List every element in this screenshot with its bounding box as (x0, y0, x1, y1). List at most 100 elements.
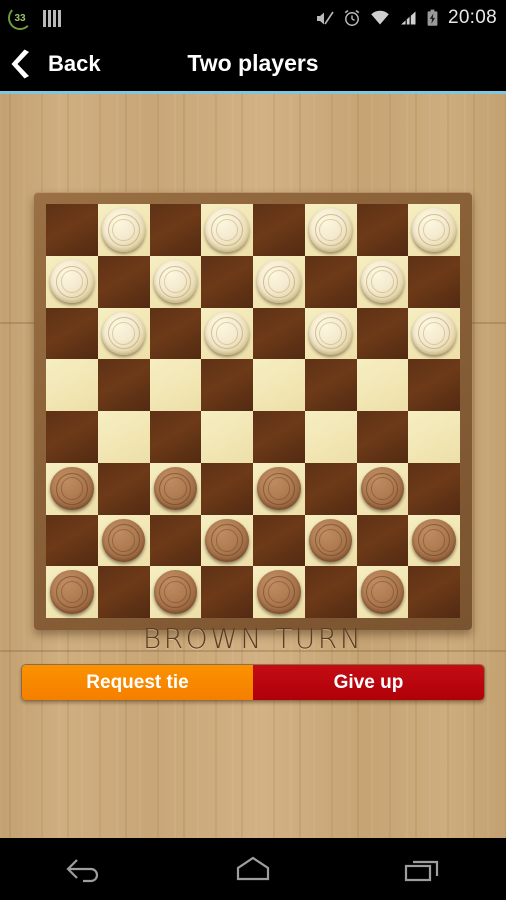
give-up-button[interactable]: Give up (253, 665, 484, 700)
white-piece[interactable] (412, 311, 456, 356)
board-square[interactable] (253, 566, 305, 618)
board-square[interactable] (304, 359, 357, 411)
white-piece[interactable] (101, 311, 146, 356)
request-tie-button[interactable]: Request tie (22, 665, 253, 700)
board-square[interactable] (356, 307, 409, 360)
board-square[interactable] (149, 514, 202, 567)
checkers-board[interactable] (46, 204, 460, 618)
board-square[interactable] (201, 514, 253, 567)
board-square[interactable] (97, 411, 150, 463)
board-square[interactable] (97, 204, 150, 256)
white-piece[interactable] (412, 208, 456, 252)
brown-piece[interactable] (153, 466, 198, 511)
board-square[interactable] (46, 255, 98, 308)
white-piece[interactable] (50, 259, 94, 304)
nav-back-button[interactable] (36, 846, 132, 892)
board-square[interactable] (201, 255, 253, 308)
board-square[interactable] (356, 566, 409, 618)
board-square[interactable] (149, 566, 202, 618)
brown-piece[interactable] (360, 466, 405, 511)
board-square[interactable] (201, 204, 253, 256)
board-square[interactable] (149, 462, 202, 515)
board-square[interactable] (253, 462, 305, 515)
white-piece[interactable] (308, 311, 353, 356)
board-square[interactable] (46, 204, 98, 256)
board-square[interactable] (253, 255, 305, 308)
board-square[interactable] (46, 566, 98, 618)
board-square[interactable] (201, 359, 253, 411)
brown-piece[interactable] (360, 570, 405, 614)
board-square[interactable] (46, 307, 98, 360)
board-square[interactable] (304, 566, 357, 618)
board-square[interactable] (408, 359, 460, 411)
board-square[interactable] (253, 514, 305, 567)
board-square[interactable] (304, 255, 357, 308)
board-square[interactable] (356, 204, 409, 256)
board-square[interactable] (408, 255, 460, 308)
board-square[interactable] (149, 307, 202, 360)
board-square[interactable] (97, 566, 150, 618)
white-piece[interactable] (101, 208, 146, 252)
board-square[interactable] (97, 514, 150, 567)
board-square[interactable] (149, 359, 202, 411)
board-square[interactable] (304, 307, 357, 360)
piece-ring (422, 322, 446, 345)
board-square[interactable] (253, 359, 305, 411)
board-square[interactable] (304, 204, 357, 256)
board-square[interactable] (356, 359, 409, 411)
board-square[interactable] (408, 566, 460, 618)
board-square[interactable] (408, 204, 460, 256)
nav-home-button[interactable] (205, 846, 301, 892)
board-square[interactable] (408, 411, 460, 463)
back-button[interactable]: Back (0, 49, 101, 79)
nav-recents-button[interactable] (374, 846, 470, 892)
status-bar: 33 20:08 (0, 0, 506, 36)
white-piece[interactable] (205, 311, 249, 356)
board-square[interactable] (408, 514, 460, 567)
piece-ring (422, 529, 446, 552)
board-square[interactable] (46, 411, 98, 463)
board-square[interactable] (304, 462, 357, 515)
board-square[interactable] (408, 462, 460, 515)
brown-piece[interactable] (153, 570, 198, 614)
brown-piece[interactable] (50, 466, 94, 511)
brown-piece[interactable] (101, 518, 146, 563)
board-square[interactable] (253, 411, 305, 463)
piece-ring (371, 270, 394, 293)
board-square[interactable] (97, 255, 150, 308)
white-piece[interactable] (205, 208, 249, 252)
board-square[interactable] (253, 204, 305, 256)
white-piece[interactable] (360, 259, 405, 304)
board-square[interactable] (46, 514, 98, 567)
board-square[interactable] (201, 411, 253, 463)
board-square[interactable] (201, 566, 253, 618)
board-square[interactable] (201, 462, 253, 515)
board-square[interactable] (408, 307, 460, 360)
board-square[interactable] (304, 514, 357, 567)
board-square[interactable] (46, 462, 98, 515)
board-square[interactable] (97, 307, 150, 360)
board-square[interactable] (356, 462, 409, 515)
board-square[interactable] (356, 514, 409, 567)
white-piece[interactable] (153, 259, 198, 304)
board-square[interactable] (149, 255, 202, 308)
board-square[interactable] (149, 204, 202, 256)
board-square[interactable] (97, 359, 150, 411)
board-square[interactable] (46, 359, 98, 411)
brown-piece[interactable] (308, 518, 353, 563)
brown-piece[interactable] (257, 466, 301, 511)
board-square[interactable] (356, 255, 409, 308)
board-square[interactable] (149, 411, 202, 463)
white-piece[interactable] (257, 259, 301, 304)
brown-piece[interactable] (205, 518, 249, 563)
board-square[interactable] (253, 307, 305, 360)
white-piece[interactable] (308, 208, 353, 252)
board-square[interactable] (201, 307, 253, 360)
brown-piece[interactable] (50, 570, 94, 614)
board-square[interactable] (97, 462, 150, 515)
brown-piece[interactable] (257, 570, 301, 614)
board-square[interactable] (304, 411, 357, 463)
brown-piece[interactable] (412, 518, 456, 563)
board-square[interactable] (356, 411, 409, 463)
chevron-left-icon (11, 49, 29, 78)
